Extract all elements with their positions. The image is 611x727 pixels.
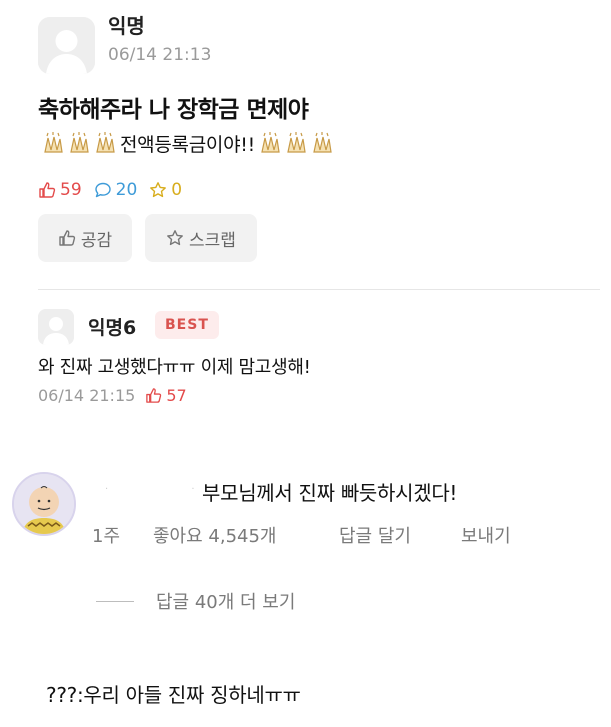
thumbs-up-icon — [59, 230, 75, 246]
like-button[interactable]: 공감 — [38, 214, 132, 262]
comment-count: 20 — [94, 180, 138, 200]
post-title: 축하해주라 나 장학금 면제야 — [38, 97, 309, 123]
thumbs-up-icon — [39, 182, 56, 198]
comment-like[interactable]: 57 — [145, 386, 187, 405]
ig-send-button[interactable]: 보내기 — [461, 522, 511, 548]
post-stats: 59 20 0 — [38, 180, 194, 200]
like-count: 59 — [38, 180, 82, 200]
cartoon-avatar[interactable] — [12, 472, 76, 536]
comment-meta: 06/14 21:15 57 — [38, 386, 187, 405]
replies-line — [96, 600, 134, 602]
ig-comment-likes[interactable]: 좋아요 4,545개 — [153, 522, 339, 548]
comment-author-name: 익명6 — [88, 317, 137, 339]
like-count-value: 59 — [60, 180, 82, 200]
scrap-count: 0 — [149, 180, 182, 200]
ig-reply-button[interactable]: 답글 달기 — [339, 522, 461, 548]
best-badge: BEST — [155, 311, 219, 339]
clap-emoji-icon — [41, 131, 117, 156]
screenshot-page: 익명 06/14 21:13 축하해주라 나 장학금 면제야 전액등록금이야!!… — [0, 0, 611, 727]
ig-comment-text: 부모님께서 진짜 빠듯하시겠다! — [202, 481, 458, 505]
post-body-text: 전액등록금이야!! — [120, 134, 255, 156]
speech-bubble-icon — [94, 182, 111, 198]
star-icon — [167, 230, 183, 246]
scrap-count-value: 0 — [171, 180, 183, 200]
scrap-button-label: 스크랩 — [189, 230, 236, 251]
comment-like-count: 57 — [166, 386, 187, 405]
cartoon-avatar-icon — [14, 474, 74, 534]
default-avatar-icon — [38, 309, 74, 345]
bottom-caption: ???:우리 아들 진짜 징하네ㅠㅠ — [46, 683, 301, 707]
ig-view-replies-label: 답글 40개 더 보기 — [156, 592, 296, 613]
ig-comment-actions: 1주 좋아요 4,545개 답글 달기 보내기 — [92, 522, 511, 548]
post-author-name: 익명 — [108, 14, 145, 38]
comment-text: 와 진짜 고생했다ㅠㅠ 이제 맘고생해! — [38, 357, 311, 378]
post-author-avatar[interactable] — [38, 17, 95, 74]
thumbs-up-icon — [146, 388, 162, 403]
section-divider — [38, 289, 600, 290]
comment-timestamp: 06/14 21:15 — [38, 386, 136, 405]
ig-comment-age: 1주 — [92, 526, 121, 547]
post-timestamp: 06/14 21:13 — [108, 45, 212, 65]
like-button-label: 공감 — [80, 230, 113, 251]
clap-emoji-icon — [258, 131, 334, 156]
star-icon — [150, 182, 167, 198]
post-body: 전액등록금이야!! — [38, 130, 337, 157]
comment-count-value: 20 — [115, 180, 138, 200]
scrap-button[interactable]: 스크랩 — [145, 214, 257, 262]
ig-view-replies[interactable]: 답글 40개 더 보기 — [96, 588, 295, 614]
comment-author-avatar[interactable] — [38, 309, 74, 345]
default-avatar-icon — [38, 17, 95, 74]
